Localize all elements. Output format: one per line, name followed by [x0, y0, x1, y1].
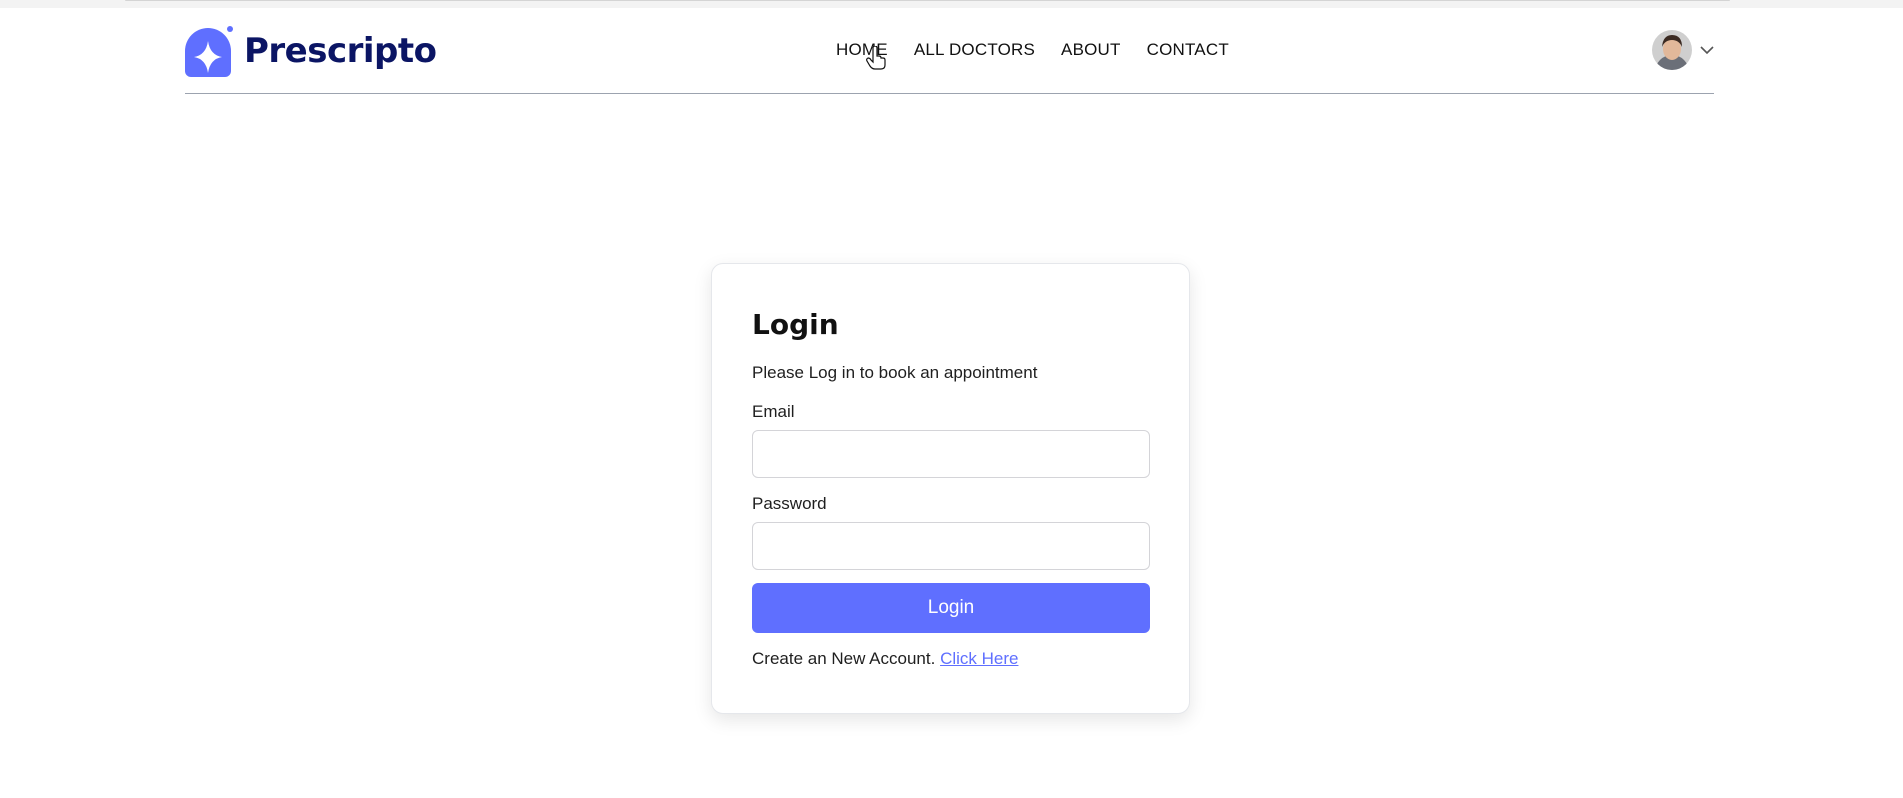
navbar: Prescripto HOME ALL DOCTORS ABOUT CONTAC…: [185, 8, 1714, 94]
login-card: Login Please Log in to book an appointme…: [711, 263, 1190, 714]
create-account-link[interactable]: Click Here: [940, 649, 1018, 668]
password-label: Password: [752, 494, 827, 513]
nav-all-doctors[interactable]: ALL DOCTORS: [914, 40, 1035, 60]
login-button[interactable]: Login: [752, 583, 1150, 633]
nav-home[interactable]: HOME: [836, 40, 888, 60]
brand-name: Prescripto: [244, 31, 437, 71]
password-field[interactable]: [752, 522, 1150, 570]
browser-frame-edge: [125, 0, 1730, 1]
email-label: Email: [752, 402, 795, 421]
create-account-text: Create an New Account.: [752, 649, 936, 668]
create-account-line: Create an New Account. Click Here: [752, 649, 1018, 669]
star-shield-logo-icon: [185, 26, 233, 77]
main-nav: HOME ALL DOCTORS ABOUT CONTACT: [836, 40, 1229, 60]
email-field[interactable]: [752, 430, 1150, 478]
login-subtitle: Please Log in to book an appointment: [752, 363, 1038, 382]
login-title: Login: [752, 308, 839, 341]
nav-about[interactable]: ABOUT: [1061, 40, 1121, 60]
user-menu[interactable]: [1652, 30, 1714, 70]
nav-contact[interactable]: CONTACT: [1147, 40, 1229, 60]
browser-top-strip: [0, 0, 1903, 8]
chevron-down-icon: [1700, 46, 1714, 55]
user-avatar: [1652, 30, 1692, 70]
brand-logo[interactable]: Prescripto: [185, 25, 437, 77]
